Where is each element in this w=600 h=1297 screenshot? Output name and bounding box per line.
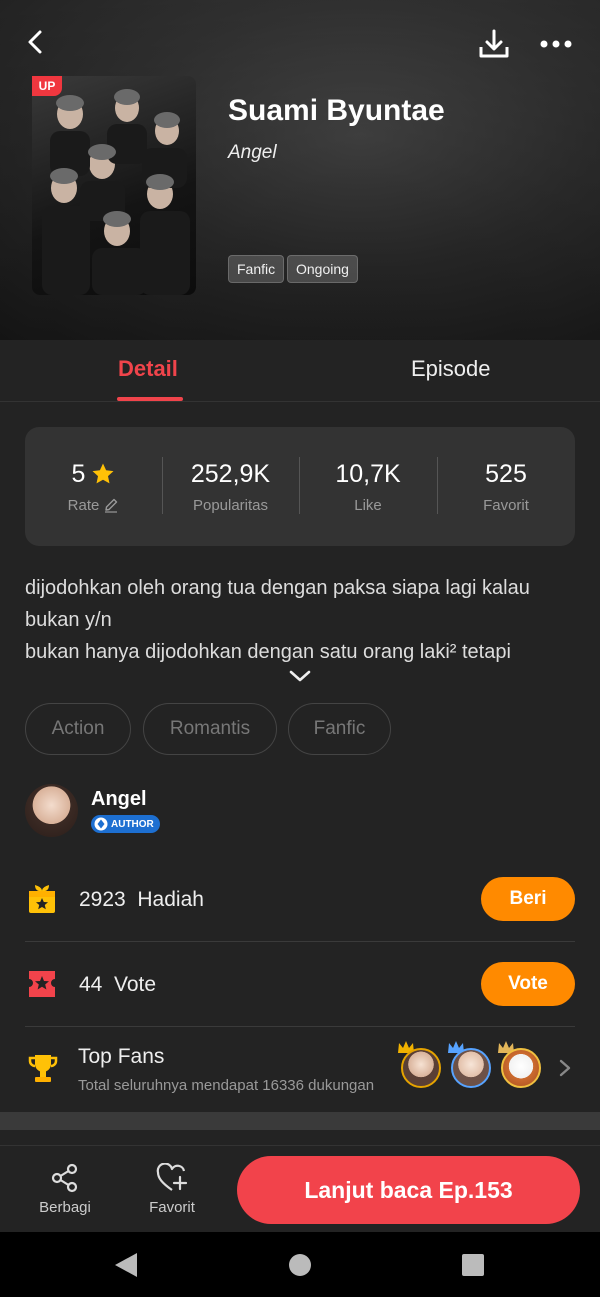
nav-recent-square-icon [462, 1253, 484, 1276]
nav-back-button[interactable] [96, 1232, 156, 1297]
top-fan-avatar[interactable] [501, 1048, 541, 1088]
favorite-button[interactable]: Favorit [138, 1146, 206, 1233]
share-label: Berbagi [39, 1199, 91, 1216]
stat-favorite: 525 Favorit [437, 427, 575, 546]
like-label: Like [354, 496, 382, 514]
vote-ticket-icon [29, 971, 55, 997]
favorite-value: 525 [485, 459, 527, 488]
continue-reading-button[interactable]: Lanjut baca Ep.153 [237, 1156, 580, 1224]
synopsis-line: dijodohkan oleh orang tua dengan paksa s… [25, 577, 530, 599]
stat-rate[interactable]: 5 Rate [25, 427, 162, 546]
gift-label: Hadiah [137, 888, 204, 911]
popularity-value: 252,9K [190, 459, 271, 488]
favorite-label: Favorit [149, 1199, 195, 1216]
chevron-right-icon[interactable] [558, 1058, 572, 1078]
synopsis-line: bukan y/n [25, 609, 112, 631]
vote-button[interactable]: Vote [481, 962, 575, 1006]
edit-pencil-icon [105, 498, 118, 513]
stat-popularity: 252,9K Popularitas [162, 427, 299, 546]
author-name[interactable]: Angel [91, 788, 147, 811]
active-tab-indicator [117, 397, 183, 401]
star-icon [92, 463, 114, 484]
top-fans-subtitle: Total seluruhnya mendapat 16336 dukungan [78, 1077, 375, 1094]
row-divider [25, 941, 575, 942]
gift-count: 2923 [79, 888, 126, 911]
genre-tag[interactable]: Romantis [143, 703, 277, 755]
top-fans-title[interactable]: Top Fans [78, 1045, 164, 1069]
trophy-icon [28, 1055, 58, 1082]
tab-detail[interactable]: Detail [118, 356, 178, 382]
genre-tag[interactable]: Fanfic [288, 703, 391, 755]
expand-synopsis-button[interactable] [288, 664, 312, 688]
popularity-label: Popularitas [192, 496, 269, 514]
top-fan-avatar[interactable] [401, 1048, 441, 1088]
status-chip: Ongoing [287, 255, 358, 283]
update-badge: UP [32, 76, 62, 96]
stats-panel: 5 Rate 252,9K Popularitas 10,7K Like 525… [25, 427, 575, 546]
system-navigation-bar [0, 1232, 600, 1297]
synopsis: dijodohkan oleh orang tua dengan paksa s… [25, 572, 580, 668]
chevron-down-icon [289, 670, 311, 682]
stat-like: 10,7K Like [299, 427, 437, 546]
share-icon [51, 1163, 78, 1193]
favorite-label: Favorit [483, 496, 529, 514]
vote-count: 44 [79, 973, 103, 996]
author-avatar[interactable] [25, 784, 78, 837]
author-badge: AUTHOR [91, 815, 160, 833]
cover-art [42, 89, 190, 295]
nav-back-triangle-icon [115, 1252, 137, 1277]
download-icon [479, 29, 509, 58]
cover-image[interactable] [32, 76, 196, 295]
section-divider [0, 1112, 600, 1130]
nav-recent-apps-button[interactable] [443, 1232, 503, 1297]
download-button[interactable] [470, 20, 518, 68]
tab-episode[interactable]: Episode [411, 356, 491, 382]
share-button[interactable]: Berbagi [30, 1146, 100, 1233]
back-arrow-icon [28, 30, 42, 54]
back-button[interactable] [14, 20, 58, 64]
heart-plus-icon [156, 1163, 188, 1191]
genre-tag[interactable]: Action [25, 703, 131, 755]
gift-icon [29, 885, 55, 913]
author-diamond-icon [94, 817, 108, 831]
row-divider [25, 1026, 575, 1027]
rate-label: Rate [67, 496, 100, 514]
like-value: 10,7K [335, 459, 401, 488]
vote-row: 44 Vote Vote [25, 955, 575, 1013]
vote-label: Vote [114, 973, 157, 996]
nav-home-circle-icon [289, 1253, 311, 1276]
nav-home-button[interactable] [270, 1232, 330, 1297]
tab-bar: Detail Episode [0, 340, 600, 402]
top-fan-avatar[interactable] [451, 1048, 491, 1088]
rate-value: 5 [71, 459, 86, 488]
more-options-button[interactable] [532, 20, 580, 68]
story-title: Suami Byuntae [228, 94, 445, 127]
more-dots-icon [540, 40, 572, 48]
category-chip: Fanfic [228, 255, 285, 283]
gift-row: 2923 Hadiah Beri [25, 870, 575, 928]
author-badge-label: AUTHOR [111, 818, 154, 830]
give-gift-button[interactable]: Beri [481, 877, 575, 921]
story-author[interactable]: Angel [228, 142, 277, 164]
bottom-action-bar: Berbagi Favorit Lanjut baca Ep.153 [0, 1145, 600, 1232]
